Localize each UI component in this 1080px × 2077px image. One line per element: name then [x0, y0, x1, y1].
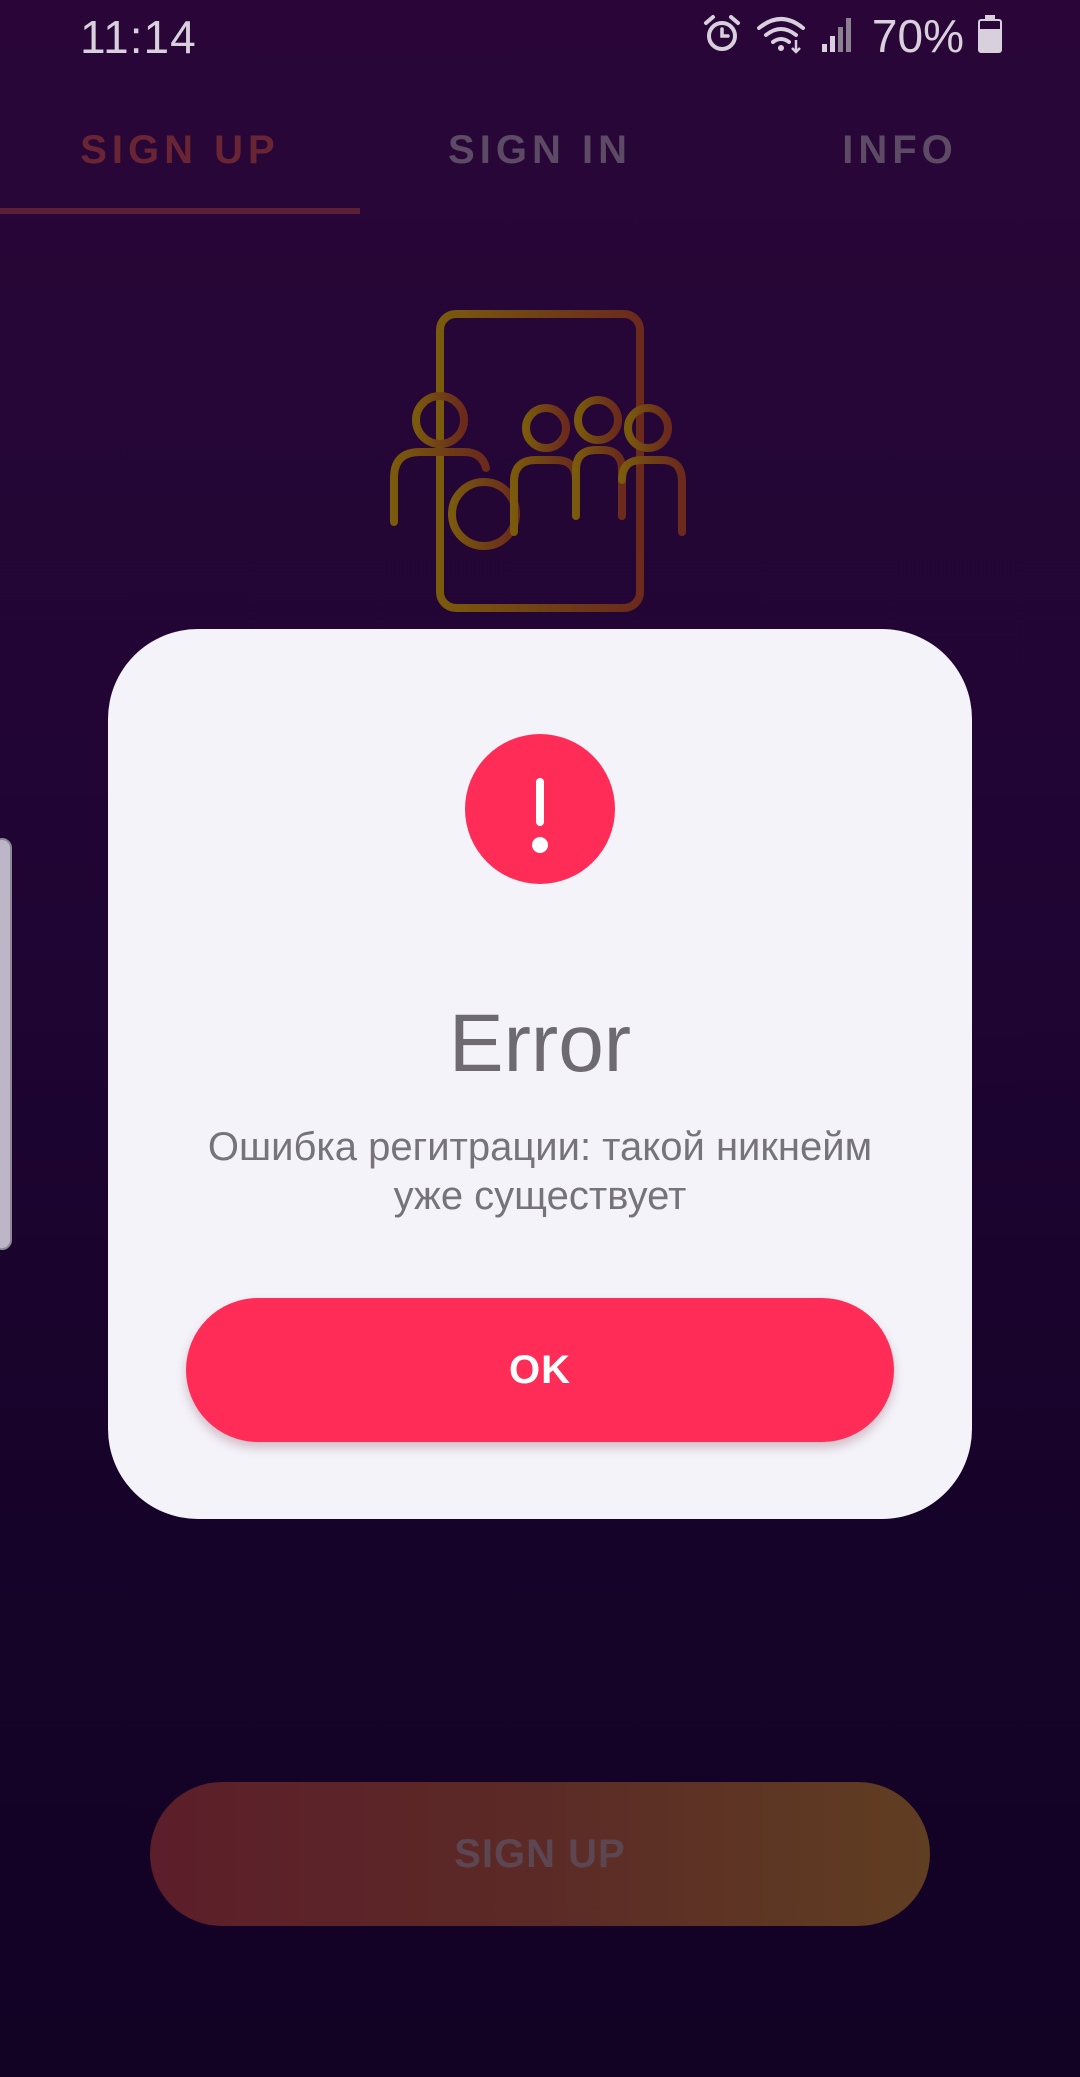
dialog-message: Ошибка регитрации: такой никнейм уже сущ… — [207, 1125, 873, 1218]
tab-info[interactable]: INFO — [720, 100, 1080, 200]
exclamation-icon — [465, 734, 615, 884]
tab-sign-in[interactable]: SIGN IN — [360, 100, 720, 200]
battery-percent: 70% — [871, 10, 964, 62]
phone-users-add-icon — [380, 300, 700, 630]
exclamation-dot — [532, 837, 548, 853]
status-bar: 11:14 70% — [0, 0, 1080, 72]
sign-up-button[interactable]: SIGN UP — [150, 1782, 930, 1926]
edge-panel-handle[interactable] — [0, 838, 12, 1250]
tab-sign-up[interactable]: SIGN UP — [0, 100, 360, 200]
status-icons: 70% — [702, 10, 1002, 62]
alarm-icon — [702, 14, 742, 59]
signal-icon — [820, 14, 854, 59]
error-dialog: Error Ошибка регитрации: такой никнейм у… — [108, 629, 972, 1519]
status-time: 11:14 — [80, 11, 197, 63]
tab-bar: SIGN UP SIGN IN INFO — [0, 100, 1080, 216]
dialog-title: Error — [448, 998, 632, 1089]
wifi-icon — [756, 14, 806, 59]
exclamation-bar — [536, 778, 544, 826]
tab-indicator — [0, 208, 360, 214]
ok-button[interactable]: OK — [186, 1298, 894, 1442]
battery-icon — [978, 14, 1002, 59]
